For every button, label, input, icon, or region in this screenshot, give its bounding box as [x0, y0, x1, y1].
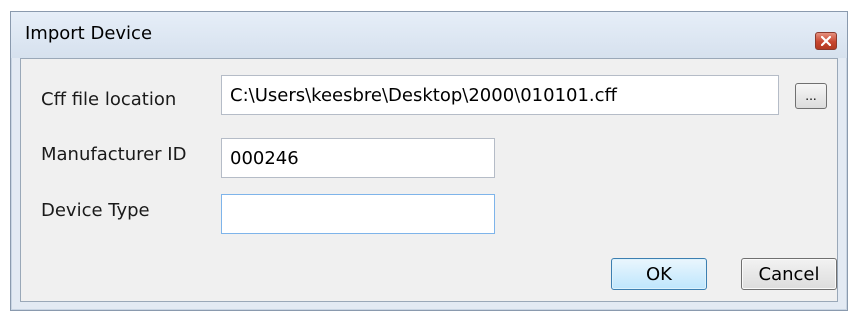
- manufacturer-id-label: Manufacturer ID: [41, 144, 187, 165]
- cff-file-location-label: Cff file location: [41, 89, 177, 110]
- ok-button[interactable]: OK: [611, 258, 707, 290]
- dialog-title: Import Device: [25, 23, 153, 44]
- manufacturer-id-input[interactable]: [221, 138, 495, 178]
- cff-file-location-input[interactable]: [221, 75, 779, 115]
- device-type-input[interactable]: [221, 194, 495, 234]
- cancel-button[interactable]: Cancel: [741, 258, 837, 290]
- close-x-icon: [821, 36, 831, 46]
- title-bar[interactable]: Import Device: [11, 12, 847, 58]
- device-type-label: Device Type: [41, 200, 150, 221]
- close-button[interactable]: [815, 32, 837, 50]
- browse-button[interactable]: ...: [795, 83, 827, 109]
- dialog-content: Cff file location ... Manufacturer ID De…: [20, 58, 838, 302]
- import-device-dialog: Import Device Cff file location ... Manu…: [10, 11, 848, 311]
